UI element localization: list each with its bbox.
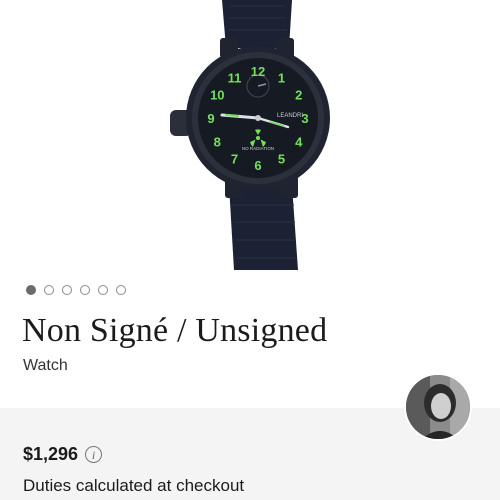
dial-numeral: 5 (278, 152, 285, 167)
dial-numeral: 1 (278, 70, 285, 85)
dial-numeral: 4 (295, 135, 303, 150)
dial-numeral: 2 (295, 88, 302, 103)
dial-numeral: 8 (214, 135, 221, 150)
dial-numeral: 12 (251, 64, 265, 79)
info-icon[interactable]: i (85, 446, 103, 463)
carousel-dot[interactable] (116, 285, 126, 295)
price-value: $1,296 (23, 444, 79, 464)
duties-note: Duties calculated at checkout (23, 476, 245, 495)
carousel-dot[interactable] (62, 285, 72, 295)
dial-caption: NO RADIATION (242, 146, 274, 151)
price-row: $1,296 i (23, 444, 103, 465)
image-carousel-dots (26, 285, 126, 295)
product-title: Non Signé / Unsigned (22, 312, 328, 349)
dial-numeral: 9 (207, 111, 214, 126)
carousel-dot[interactable] (80, 285, 90, 295)
carousel-dot[interactable] (98, 285, 108, 295)
carousel-dot[interactable] (26, 285, 36, 295)
product-image[interactable]: 12 1 2 3 4 5 6 7 8 9 10 11 LEANDRI NO RADIATION (0, 0, 500, 275)
dial-numeral: 11 (228, 70, 242, 85)
carousel-dot[interactable] (44, 285, 54, 295)
watch-photo: 12 1234567891011 LEANDRI NO RADIATION (170, 0, 330, 270)
brand-text: LEANDRI (277, 113, 303, 119)
dial-numeral: 10 (210, 88, 224, 103)
dial-numeral: 6 (254, 158, 261, 173)
seller-avatar[interactable] (404, 373, 472, 441)
product-subtitle: Watch (23, 357, 68, 374)
dial-numeral: 7 (231, 152, 238, 167)
